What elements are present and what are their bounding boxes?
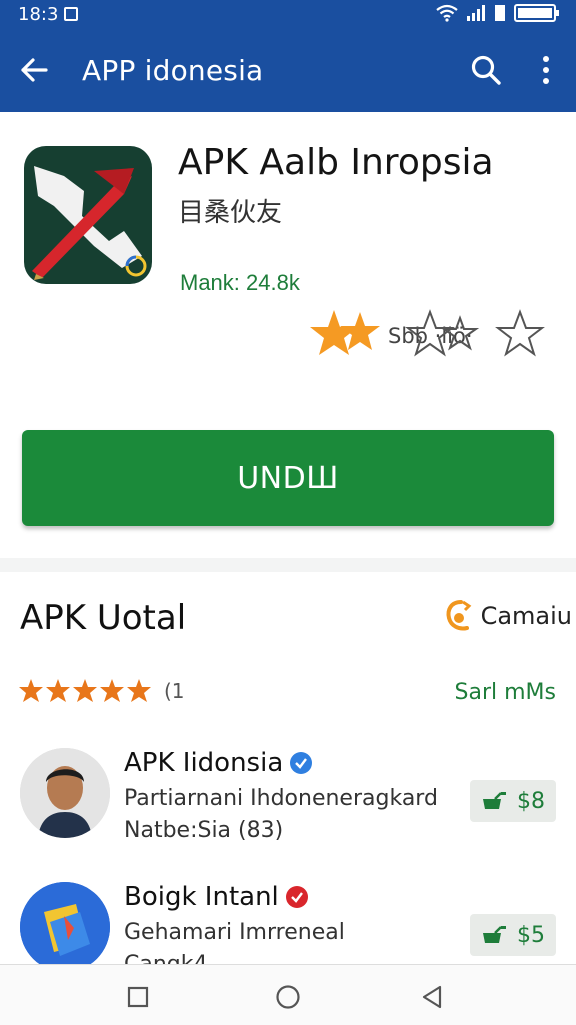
section-title: APK Uotal [20,598,187,638]
verified-badge-icon [285,886,308,908]
item-name: APK Iidonsia [124,748,313,778]
triangle-back-icon [422,985,442,1009]
wifi-icon [436,4,458,22]
circle-icon [276,985,300,1009]
avatar [20,748,110,838]
search-icon [471,55,501,85]
see-more-link[interactable]: Sarl mMs [455,680,556,705]
battery-icon [514,4,559,22]
star-rating-icon [19,679,151,702]
item-meta: Natbe:Sia (83) [124,818,284,843]
category-icon [446,600,471,631]
arrow-left-icon [21,58,48,82]
status-bar: 18:3 [0,0,576,28]
app-icon [24,146,152,284]
app-avatar-icon [20,882,110,972]
more-options-button[interactable] [526,50,566,90]
notification-icon [64,7,78,21]
related-apps-card: APK Uotal Camaiu (1 Sarl mMs APK Iidonsi… [0,572,576,1024]
app-logo-icon [32,166,147,280]
back-button[interactable] [14,50,54,90]
category-link[interactable]: Camaiu [443,598,572,634]
app-detail-card: APK Aalb Inropsia 目桑伙友 Mank: 24.8k Sbb ·… [0,112,576,558]
item-description: Gehamari Imrreneal [124,920,345,945]
review-count: (1 [164,679,185,703]
rating-row: Sbb ·liö· [310,308,560,360]
sim-icon [495,5,505,21]
price-button[interactable]: $5 [470,914,556,956]
person-avatar-icon [20,748,110,838]
cart-icon [483,926,506,943]
back-nav-button[interactable] [412,979,452,1015]
cart-icon [483,792,506,809]
item-name-text: APK Iidonsia [124,748,284,778]
avatar [20,882,110,972]
price-label: $8 [517,788,545,814]
app-title: APK Aalb Inropsia [178,142,494,183]
app-bar-title: APP idonesia [82,54,264,87]
app-mark: Mank: 24.8k [180,270,300,295]
item-name-text: Boigk Intanl [124,882,279,912]
app-subtitle: 目桑伙友 [178,198,283,228]
status-icons [436,3,560,23]
price-label: $5 [517,922,545,948]
star-outline-icon [405,309,545,357]
price-button[interactable]: $8 [470,780,556,822]
more-vertical-icon [543,56,549,84]
square-icon [127,986,149,1008]
home-button[interactable] [268,979,308,1015]
item-name: Boigk Intanl [124,882,309,912]
signal-icon [467,5,485,21]
recents-button[interactable] [118,979,158,1015]
item-description: Partiarnani Ihdoneneragkard [124,786,438,811]
verified-badge-icon [290,752,313,774]
app-bar: APP idonesia [0,28,576,112]
list-item[interactable]: APK Iidonsia Partiarnani Ihdoneneragkard… [0,748,576,868]
search-button[interactable] [466,50,506,90]
install-button[interactable]: UNDШ [22,430,554,526]
section-rating: (1 [18,678,185,704]
category-label: Camaiu [480,602,572,630]
star-filled-icon [310,310,380,355]
system-nav-bar [0,964,576,1025]
status-time: 18:3 [18,4,59,25]
